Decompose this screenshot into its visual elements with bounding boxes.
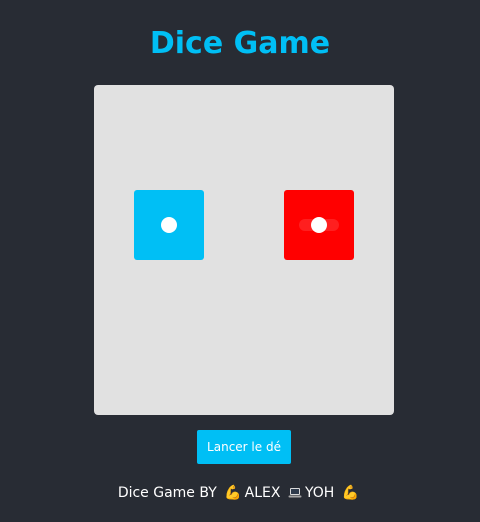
footer-prefix: Dice Game BY [117,485,217,501]
flexed-biceps-icon: 💪 [341,485,360,501]
laptop-icon [288,488,302,498]
die-right-pip [311,217,327,233]
dice-board [94,85,394,415]
footer-author-alex: ALEX [244,485,281,501]
die-right [284,190,354,260]
die-left [134,190,204,260]
die-left-pip [161,217,177,233]
footer-credits: Dice Game BY 💪 ALEX YOH 💪 [0,482,480,504]
flexed-biceps-icon: 💪 [224,485,242,501]
footer-author-yoh: YOH [304,485,335,501]
page-title: Dice Game [149,26,331,61]
roll-dice-button[interactable]: Lancer le dé [197,430,291,464]
